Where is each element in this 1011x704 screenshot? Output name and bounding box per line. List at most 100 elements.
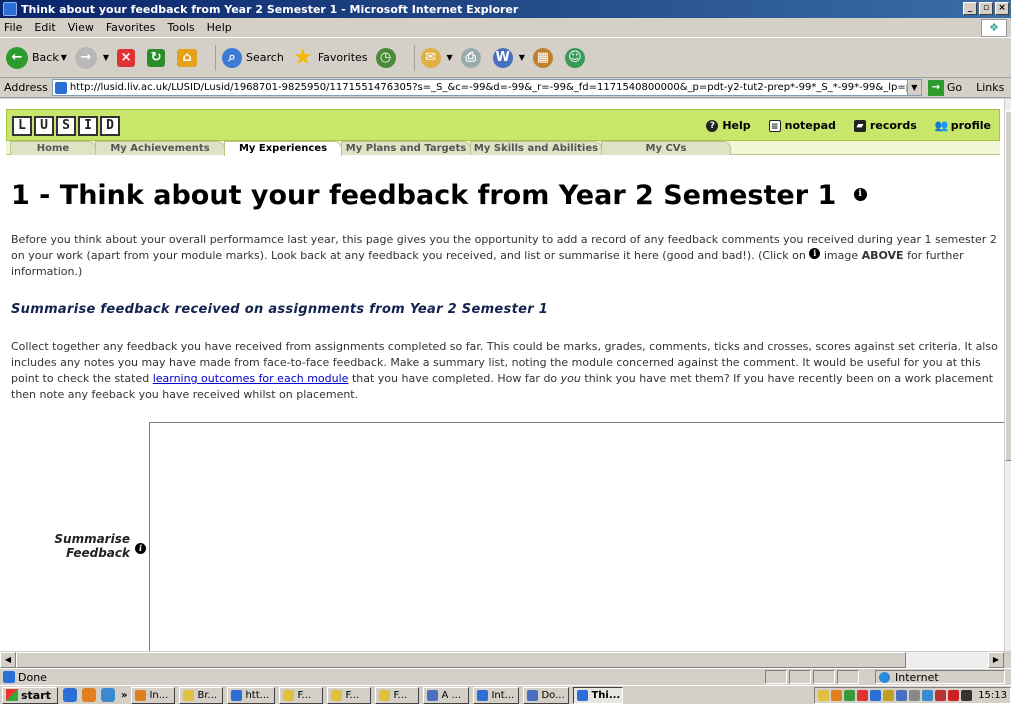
tray-icon[interactable]: [818, 690, 830, 701]
logo-letter: D: [100, 116, 120, 136]
tab-home[interactable]: Home: [10, 141, 96, 155]
edit-button[interactable]: W ▼: [492, 47, 525, 68]
toolbar-divider: [413, 44, 415, 71]
form-label-line2: Feedback: [66, 546, 130, 560]
app-icon: [135, 689, 147, 701]
tray-icon[interactable]: [922, 690, 934, 701]
tray-icon[interactable]: [844, 690, 856, 701]
info-icon[interactable]: i: [853, 188, 867, 201]
stop-button[interactable]: ×: [117, 48, 139, 67]
start-button[interactable]: start: [2, 686, 58, 704]
mail-icon: [283, 689, 295, 701]
lusid-toolbar: ? Help ≡ notepad ▰ records 👥 profile: [688, 119, 991, 132]
ie-icon: [577, 689, 589, 701]
profile-link[interactable]: 👥 profile: [935, 119, 991, 132]
favorites-button[interactable]: ★ Favorites: [292, 45, 368, 70]
learning-outcomes-link[interactable]: learning outcomes for each module: [153, 372, 349, 385]
taskbar-item[interactable]: A ...: [423, 686, 470, 704]
intro-paragraph: Before you think about your overall perf…: [11, 232, 1001, 280]
history-icon: ◷: [375, 47, 396, 68]
window-title-bar[interactable]: Think about your feedback from Year 2 Se…: [0, 0, 1011, 18]
feedback-textarea[interactable]: [149, 422, 1004, 651]
tab-my-experiences[interactable]: My Experiences: [224, 141, 342, 156]
url-field[interactable]: http://lusid.liv.ac.uk/LUSID/Lusid/19687…: [51, 79, 922, 96]
taskbar-item[interactable]: F...: [327, 686, 372, 704]
refresh-button[interactable]: ↻: [147, 48, 169, 67]
chevron-down-icon[interactable]: ▼: [447, 53, 453, 62]
scroll-left-icon[interactable]: ◀: [0, 652, 16, 668]
maximize-button[interactable]: ▫: [979, 2, 993, 15]
tab-my-skills-and-abilities[interactable]: My Skills and Abilities: [470, 141, 602, 155]
records-link[interactable]: ▰ records: [853, 119, 917, 132]
research-button[interactable]: ▦: [532, 47, 557, 68]
taskbar-item-active[interactable]: Thi...: [573, 686, 624, 704]
mail-icon: [379, 689, 391, 701]
close-button[interactable]: ×: [995, 2, 1009, 15]
tray-icon[interactable]: [883, 690, 895, 701]
lusid-logo[interactable]: L U S I D: [12, 116, 120, 136]
chevron-down-icon[interactable]: ▼: [103, 53, 109, 62]
page-icon: [3, 671, 15, 683]
scroll-right-icon[interactable]: ▶: [988, 652, 1004, 668]
ie-quicklaunch-icon[interactable]: [63, 688, 77, 702]
taskbar-item[interactable]: Do...: [523, 686, 570, 704]
security-zone[interactable]: Internet: [875, 670, 1005, 684]
page-title: 1 - Think about your feedback from Year …: [11, 180, 867, 211]
tray-icon[interactable]: [857, 690, 869, 701]
task-label: F...: [393, 689, 408, 701]
help-link[interactable]: ? Help: [706, 119, 751, 132]
chevron-down-icon[interactable]: ▼: [519, 53, 525, 62]
menu-view[interactable]: View: [68, 21, 94, 34]
tab-my-plans-and-targets[interactable]: My Plans and Targets: [341, 141, 471, 155]
tray-icon[interactable]: [896, 690, 908, 701]
tray-icon[interactable]: [961, 690, 973, 701]
mail-button[interactable]: ✉ ▼: [420, 47, 453, 68]
menu-favorites[interactable]: Favorites: [106, 21, 156, 34]
horizontal-scrollbar[interactable]: ◀ ▶: [0, 651, 1004, 668]
forward-button[interactable]: → ▼: [74, 46, 109, 69]
logo-letter: I: [78, 116, 98, 136]
minimize-button[interactable]: _: [963, 2, 977, 15]
tray-icon[interactable]: [948, 690, 960, 701]
vertical-scroll-thumb[interactable]: [1005, 111, 1011, 461]
tray-icon[interactable]: [909, 690, 921, 701]
menu-edit[interactable]: Edit: [34, 21, 55, 34]
info-icon[interactable]: i: [135, 543, 146, 554]
menu-help[interactable]: Help: [207, 21, 232, 34]
messenger-button[interactable]: ☺: [564, 47, 589, 68]
taskbar-item[interactable]: In...: [131, 686, 176, 704]
info-icon: i: [809, 248, 821, 259]
taskbar-item[interactable]: F...: [279, 686, 324, 704]
toolbar-divider: [215, 44, 217, 71]
quicklaunch-icon[interactable]: [82, 688, 96, 702]
taskbar-item[interactable]: htt...: [227, 686, 276, 704]
search-button[interactable]: ⌕ Search: [222, 47, 284, 68]
menu-tools[interactable]: Tools: [168, 21, 195, 34]
taskbar-item[interactable]: Br...: [179, 686, 224, 704]
quicklaunch-icon[interactable]: [101, 688, 115, 702]
chevron-down-icon[interactable]: ▼: [906, 80, 921, 95]
history-button[interactable]: ◷: [375, 47, 400, 68]
taskbar-item[interactable]: Int...: [473, 686, 520, 704]
print-button[interactable]: ⎙: [460, 47, 485, 68]
tab-my-achievements[interactable]: My Achievements: [95, 141, 225, 155]
quicklaunch-overflow[interactable]: »: [121, 690, 127, 701]
chevron-down-icon[interactable]: ▼: [61, 53, 67, 62]
home-button[interactable]: ⌂: [177, 48, 201, 67]
links-button[interactable]: Links: [976, 81, 1004, 94]
taskbar: start » In... Br... htt... F... F... F..…: [0, 685, 1011, 704]
tab-my-cvs[interactable]: My CVs: [601, 141, 731, 155]
horizontal-scroll-thumb[interactable]: [16, 652, 906, 668]
back-button[interactable]: ← Back ▼: [6, 46, 67, 69]
clock[interactable]: 15:13: [978, 690, 1007, 701]
taskbar-item[interactable]: F...: [375, 686, 420, 704]
tray-icon[interactable]: [831, 690, 843, 701]
tray-icon[interactable]: [935, 690, 947, 701]
notepad-link[interactable]: ≡ notepad: [768, 119, 836, 132]
vertical-scrollbar[interactable]: [1004, 99, 1011, 651]
menu-file[interactable]: File: [4, 21, 22, 34]
go-button[interactable]: → Go: [927, 79, 962, 96]
home-icon: ⌂: [177, 48, 198, 67]
tray-icon[interactable]: [870, 690, 882, 701]
menu-bar: File Edit View Favorites Tools Help ❖: [0, 18, 1011, 38]
